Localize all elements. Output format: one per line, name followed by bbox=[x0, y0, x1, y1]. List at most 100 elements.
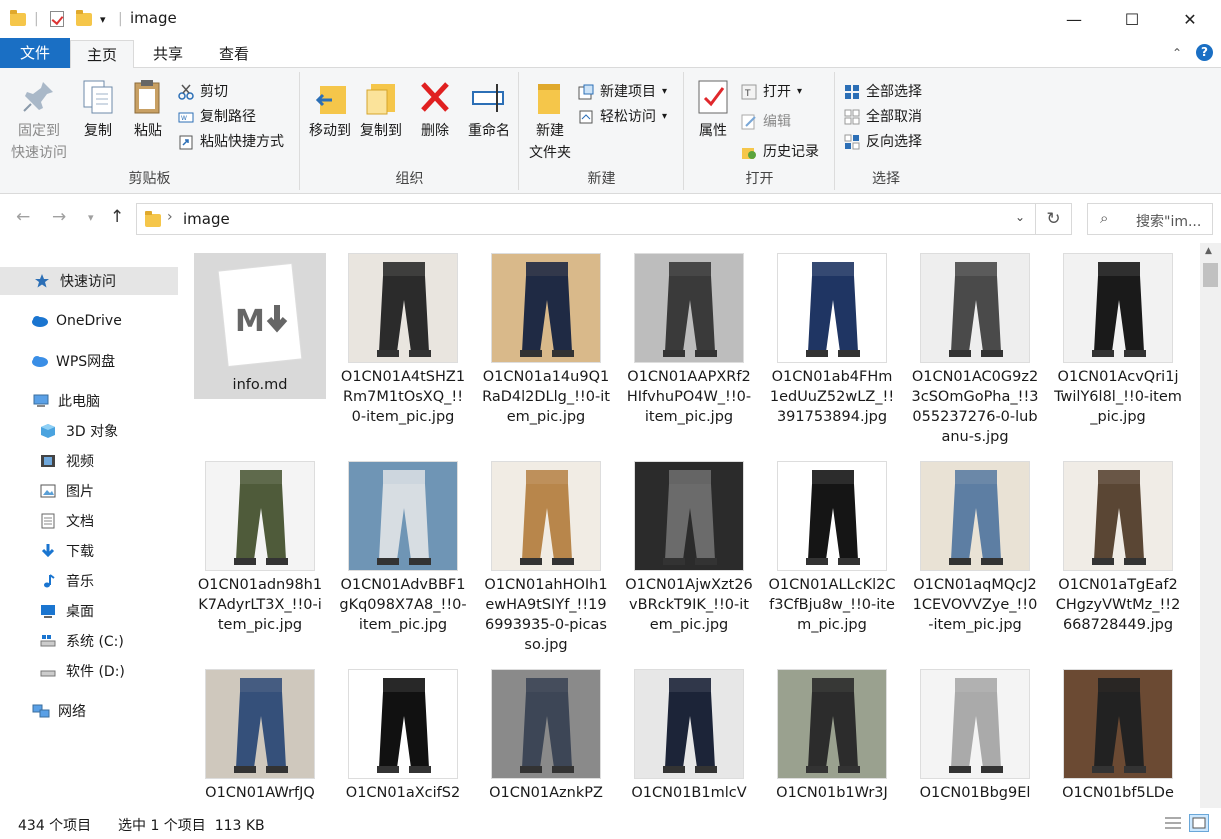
file-item[interactable]: O1CN01b1Wr3J bbox=[766, 669, 898, 803]
history-button[interactable]: 历史记录 bbox=[741, 140, 819, 164]
scroll-up-icon[interactable]: ▲ bbox=[1205, 246, 1212, 256]
refresh-button[interactable]: ↻ bbox=[1036, 203, 1072, 235]
paste-shortcut-button[interactable]: 粘贴快捷方式 bbox=[178, 130, 284, 154]
file-item[interactable]: O1CN01aXcifS2 bbox=[337, 669, 469, 803]
tab-home[interactable]: 主页 bbox=[70, 40, 134, 70]
file-item[interactable]: O1CN01adn98h1K7AdyrLT3X_!!0-item_pic.jpg bbox=[194, 461, 326, 635]
close-button[interactable]: ✕ bbox=[1162, 0, 1218, 38]
sidebar-item-pictures[interactable]: 图片 bbox=[0, 477, 178, 505]
delete-label: 删除 bbox=[421, 123, 449, 139]
file-item[interactable]: O1CN01AznkPZ bbox=[480, 669, 612, 803]
tab-share[interactable]: 共享 bbox=[140, 40, 196, 68]
tab-view[interactable]: 查看 bbox=[206, 40, 262, 68]
file-item[interactable]: O1CN01Bbg9El bbox=[909, 669, 1041, 803]
file-item[interactable]: O1CN01aqMQcJ21CEVOVVZye_!!0-item_pic.jpg bbox=[909, 461, 1041, 635]
copy-path-button[interactable]: W 复制路径 bbox=[178, 105, 256, 129]
easy-access-button[interactable]: 轻松访问 ▾ bbox=[578, 105, 667, 129]
delete-button[interactable]: 删除 bbox=[415, 78, 455, 142]
paste-button[interactable]: 粘贴 bbox=[126, 78, 170, 142]
invert-selection-icon bbox=[844, 134, 860, 150]
vertical-scrollbar[interactable]: ▲ bbox=[1200, 243, 1221, 808]
desktop-icon bbox=[40, 603, 58, 619]
sidebar-item-downloads[interactable]: 下载 bbox=[0, 537, 178, 565]
sidebar-item-3d-objects[interactable]: 3D 对象 bbox=[0, 417, 178, 445]
copy-to-button[interactable]: 复制到 bbox=[355, 78, 407, 142]
rename-button[interactable]: 重命名 bbox=[461, 78, 517, 142]
sidebar-item-onedrive[interactable]: OneDrive bbox=[0, 307, 178, 335]
file-item[interactable]: O1CN01bf5LDe bbox=[1052, 669, 1184, 803]
sidebar-item-desktop[interactable]: 桌面 bbox=[0, 597, 178, 625]
paste-shortcut-label: 粘贴快捷方式 bbox=[200, 134, 284, 150]
sidebar-item-network[interactable]: 网络 bbox=[0, 697, 178, 725]
file-item[interactable]: O1CN01AjwXzt26vBRckT9IK_!!0-item_pic.jpg bbox=[623, 461, 755, 635]
cut-label: 剪切 bbox=[200, 84, 228, 100]
invert-selection-button[interactable]: 反向选择 bbox=[844, 130, 922, 154]
select-group: 全部选择 全部取消 反向选择 选择 bbox=[836, 72, 936, 190]
organize-group: 移动到 复制到 删除 重命名 组织 bbox=[301, 72, 519, 190]
sidebar-item-quick-access[interactable]: 快速访问 bbox=[0, 267, 178, 295]
open-group-label: 打开 bbox=[745, 171, 774, 187]
copy-button[interactable]: 复制 bbox=[76, 78, 120, 142]
sidebar-item-label: WPS网盘 bbox=[56, 354, 116, 370]
sidebar-item-drive-d[interactable]: 软件 (D:) bbox=[0, 657, 178, 685]
sidebar-item-drive-c[interactable]: 系统 (C:) bbox=[0, 627, 178, 655]
file-item[interactable]: O1CN01B1mlcV bbox=[623, 669, 755, 803]
sidebar-item-this-pc[interactable]: 此电脑 bbox=[0, 387, 178, 415]
pin-label-2: 快速访问 bbox=[11, 145, 67, 161]
file-item[interactable]: O1CN01aTgEaf2CHgzyVWtMz_!!2668728449.jpg bbox=[1052, 461, 1184, 635]
cut-button[interactable]: 剪切 bbox=[178, 80, 228, 104]
new-folder-label-2: 文件夹 bbox=[529, 145, 571, 161]
tab-file[interactable]: 文件 bbox=[0, 38, 70, 68]
delete-icon bbox=[417, 78, 453, 116]
clipboard-group-label: 剪贴板 bbox=[128, 171, 171, 187]
file-item[interactable]: O1CN01a14u9Q1RaD4l2DLlg_!!0-item_pic.jpg bbox=[480, 253, 612, 427]
file-item[interactable]: O1CN01A4tSHZ1Rm7M1tOsXQ_!!0-item_pic.jpg bbox=[337, 253, 469, 427]
file-item[interactable]: O1CN01ahHOIh1ewHA9tSIYf_!!196993935-0-pi… bbox=[480, 461, 612, 655]
up-arrow-icon[interactable]: ↑ bbox=[110, 207, 124, 227]
properties-button[interactable]: 属性 bbox=[691, 78, 735, 142]
sidebar-item-videos[interactable]: 视频 bbox=[0, 447, 178, 475]
address-bar[interactable]: › image ⌄ bbox=[136, 203, 1036, 235]
select-all-button[interactable]: 全部选择 bbox=[844, 80, 922, 104]
properties-quick-icon[interactable] bbox=[50, 8, 64, 30]
back-arrow-icon[interactable]: ← bbox=[16, 207, 30, 227]
file-item[interactable]: O1CN01AdvBBF1gKq098X7A8_!!0-item_pic.jpg bbox=[337, 461, 469, 635]
details-view-icon[interactable] bbox=[1163, 814, 1183, 832]
open-group: 属性 T 打开 ▾ 编辑 历史记录 打开 bbox=[685, 72, 835, 190]
sidebar-item-music[interactable]: 音乐 bbox=[0, 567, 178, 595]
scrollbar-thumb[interactable] bbox=[1203, 263, 1218, 287]
search-input[interactable]: ⌕ 搜索"im... bbox=[1087, 203, 1213, 235]
sidebar-item-documents[interactable]: 文档 bbox=[0, 507, 178, 535]
history-label: 历史记录 bbox=[763, 144, 819, 160]
forward-arrow-icon[interactable]: → bbox=[52, 207, 66, 227]
ribbon-collapse-icon[interactable]: ⌃ bbox=[1172, 46, 1182, 60]
file-item[interactable]: O1CN01AcvQri1jTwilY6l8l_!!0-item_pic.jpg bbox=[1052, 253, 1184, 427]
select-none-button[interactable]: 全部取消 bbox=[844, 105, 922, 129]
file-item[interactable]: O1CN01ALLcKl2Cf3CfBju8w_!!0-item_pic.jpg bbox=[766, 461, 898, 635]
copy-label: 复制 bbox=[84, 123, 112, 139]
file-item[interactable]: Minfo.md bbox=[194, 253, 326, 399]
new-item-button[interactable]: 新建项目 ▾ bbox=[578, 80, 667, 104]
sidebar-item-wps[interactable]: WPS网盘 bbox=[0, 347, 178, 375]
minimize-button[interactable]: — bbox=[1046, 0, 1102, 38]
chevron-down-icon[interactable]: ⌄ bbox=[1015, 210, 1025, 224]
address-path[interactable]: image bbox=[183, 210, 230, 228]
new-folder-button[interactable]: 新建 文件夹 bbox=[524, 78, 576, 164]
large-icons-view-icon[interactable] bbox=[1189, 814, 1209, 832]
file-item[interactable]: O1CN01AWrfJQ bbox=[194, 669, 326, 803]
help-icon[interactable]: ? bbox=[1196, 44, 1213, 61]
file-item[interactable]: O1CN01ab4FHm1edUuZ52wLZ_!!391753894.jpg bbox=[766, 253, 898, 427]
quick-access-dropdown[interactable]: ▾ bbox=[100, 8, 106, 30]
pin-quick-access-button[interactable]: 固定到 快速访问 bbox=[8, 78, 70, 164]
recent-locations-icon[interactable]: ▾ bbox=[88, 211, 94, 224]
file-item[interactable]: O1CN01AAPXRf2HIfvhuPO4W_!!0-item_pic.jpg bbox=[623, 253, 755, 427]
move-to-button[interactable]: 移动到 bbox=[305, 78, 355, 142]
file-item[interactable]: O1CN01AC0G9z23cSOmGoPha_!!3055237276-0-l… bbox=[909, 253, 1041, 447]
sidebar-item-label: 图片 bbox=[66, 484, 94, 500]
paste-shortcut-icon bbox=[178, 134, 194, 150]
file-name: O1CN01AcvQri1jTwilY6l8l_!!0-item_pic.jpg bbox=[1054, 369, 1182, 425]
maximize-button[interactable]: ☐ bbox=[1104, 0, 1160, 38]
edit-button[interactable]: 编辑 bbox=[741, 110, 791, 134]
open-button[interactable]: T 打开 ▾ bbox=[741, 80, 802, 104]
new-folder-quick-icon[interactable] bbox=[76, 8, 92, 30]
